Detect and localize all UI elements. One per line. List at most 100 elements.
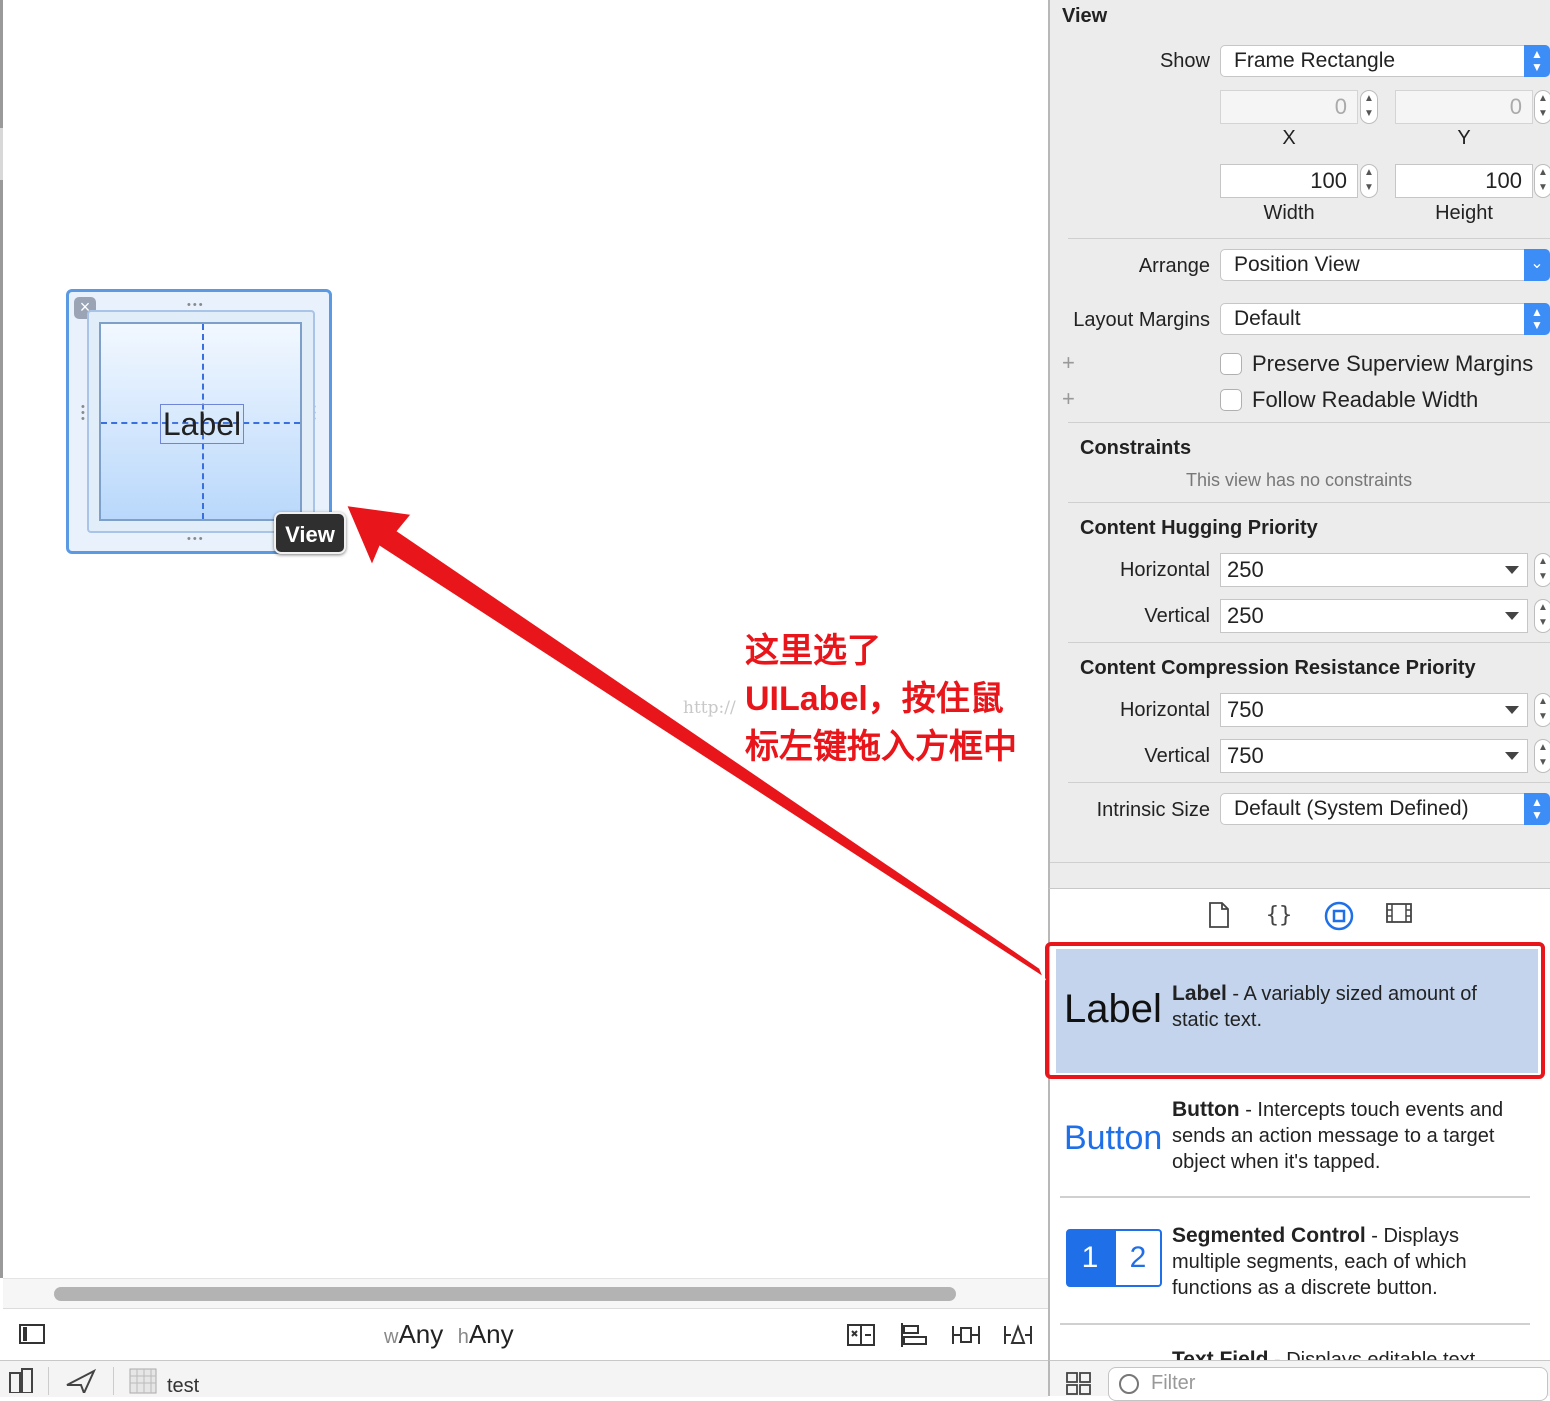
dropped-label[interactable]: Label [160, 404, 244, 444]
plus-icon[interactable]: + [1062, 386, 1075, 412]
annotation-line: 这里选了 [745, 632, 881, 670]
size-class-button[interactable]: wAny hAny [384, 1319, 514, 1350]
file-template-icon[interactable] [1204, 901, 1234, 931]
annotation-text: 这里选了 UILabel，按住鼠 标左键拖入方框中 [745, 627, 1055, 771]
compression-vertical-value: 750 [1227, 743, 1264, 768]
status-separator [113, 1367, 114, 1395]
object-library-icon[interactable] [1324, 901, 1354, 931]
height-class-value: Any [468, 1319, 514, 1349]
button-description: Button - Intercepts touch events and sen… [1172, 1097, 1522, 1175]
root-view[interactable]: Label [99, 322, 302, 521]
media-library-icon[interactable] [1384, 901, 1414, 931]
popup-arrows-icon: ▲ ▼ [1524, 793, 1550, 825]
library-item-segmented-control[interactable]: 1 2 Segmented Control - Displays multipl… [1062, 1221, 1532, 1321]
readable-width-label: Follow Readable Width [1252, 387, 1479, 412]
popup-arrows-icon: ▲ ▼ [1524, 45, 1550, 77]
preserve-margins-label: Preserve Superview Margins [1252, 351, 1534, 376]
caret-down-icon [1505, 566, 1519, 574]
popup-arrows-icon: ▲ ▼ [1524, 303, 1550, 335]
caret-down-icon [1505, 706, 1519, 714]
hugging-horizontal-stepper[interactable]: ▲ ▼ [1534, 553, 1550, 587]
resize-handle-bottom[interactable]: ••• [187, 534, 205, 545]
height-caption: Height [1435, 202, 1493, 224]
library-item-text-field[interactable]: Text Field - Displays editable text [1062, 1347, 1532, 1361]
hugging-vertical-value: 250 [1227, 603, 1264, 628]
device-icon[interactable] [8, 1367, 36, 1399]
x-field[interactable]: 0 [1220, 90, 1358, 124]
y-stepper[interactable]: ▲ ▼ [1534, 90, 1550, 124]
segment-1-preview: 1 [1066, 1229, 1114, 1287]
compression-horizontal-stepper[interactable]: ▲ ▼ [1534, 693, 1550, 727]
library-item-button[interactable]: Button Button - Intercepts touch events … [1062, 1095, 1532, 1195]
library-separator [1060, 1196, 1530, 1198]
resolve-icon[interactable] [1002, 1321, 1034, 1349]
caret-down-icon [1505, 752, 1519, 760]
compression-horizontal-label: Horizontal [1119, 699, 1210, 721]
width-field[interactable]: 100 [1220, 164, 1358, 198]
pin-icon[interactable] [950, 1321, 982, 1349]
height-class-prefix: h [457, 1326, 469, 1348]
width-caption: Width [1263, 202, 1315, 224]
height-stepper[interactable]: ▲ ▼ [1534, 164, 1550, 198]
item-name: Segmented Control [1172, 1224, 1366, 1247]
plus-icon[interactable]: + [1062, 350, 1075, 376]
watermark: http:// [683, 698, 736, 718]
hugging-vertical-combo[interactable]: 250 [1220, 599, 1528, 633]
segment-2-preview: 2 [1114, 1229, 1162, 1287]
divider [1050, 862, 1550, 863]
y-caption: Y [1457, 127, 1471, 149]
code-snippet-icon[interactable]: {} [1264, 901, 1294, 931]
arrange-popup[interactable]: Position View ⌄ [1220, 249, 1550, 281]
arrange-popup-value: Position View [1234, 253, 1360, 276]
y-field[interactable]: 0 [1395, 90, 1533, 124]
preserve-margins-checkbox[interactable] [1220, 353, 1242, 375]
hugging-horizontal-combo[interactable]: 250 [1220, 553, 1528, 587]
align-icon[interactable] [898, 1321, 930, 1349]
x-stepper[interactable]: ▲ ▼ [1360, 90, 1378, 124]
editor-status-bar: test [0, 1360, 1048, 1397]
divider [1068, 502, 1550, 503]
canvas-bottom-bar: wAny hAny [3, 1308, 1048, 1361]
compression-vertical-combo[interactable]: 750 [1220, 739, 1528, 773]
divider [1068, 642, 1550, 643]
annotation-line: UILabel，按住鼠 [745, 680, 1004, 718]
canvas-edge-marker [0, 128, 3, 180]
divider [1068, 782, 1550, 783]
intrinsic-size-value: Default (System Defined) [1234, 797, 1469, 820]
divider [1068, 238, 1550, 239]
compression-title: Content Compression Resistance Priority [1080, 657, 1476, 679]
compression-vertical-stepper[interactable]: ▲ ▼ [1534, 739, 1550, 773]
width-class-prefix: w [384, 1326, 399, 1348]
filter-placeholder: Filter [1151, 1372, 1196, 1394]
filter-icon [1119, 1374, 1139, 1394]
resize-handle-top[interactable]: ••• [187, 300, 205, 311]
horizontal-scrollbar[interactable] [3, 1278, 1048, 1309]
show-popup-value: Frame Rectangle [1234, 49, 1396, 72]
sidebar-toggle-icon[interactable] [19, 1324, 45, 1344]
scheme-name[interactable]: test [167, 1375, 199, 1398]
selection-highlight-box [1045, 942, 1545, 1079]
scrollbar-thumb[interactable] [54, 1287, 956, 1301]
layout-margins-popup[interactable]: Default ▲ ▼ [1220, 303, 1550, 335]
show-popup[interactable]: Frame Rectangle ▲ ▼ [1220, 45, 1550, 77]
library-separator [1060, 1323, 1530, 1325]
hugging-vertical-stepper[interactable]: ▲ ▼ [1534, 599, 1550, 633]
intrinsic-size-popup[interactable]: Default (System Defined) ▲ ▼ [1220, 793, 1550, 825]
constraints-note: This view has no constraints [1186, 470, 1413, 490]
compression-horizontal-value: 750 [1227, 697, 1264, 722]
status-separator [48, 1367, 49, 1395]
segmented-control-description: Segmented Control - Displays multiple se… [1172, 1223, 1522, 1301]
embed-stack-icon[interactable] [845, 1321, 877, 1349]
width-stepper[interactable]: ▲ ▼ [1360, 164, 1378, 198]
compression-horizontal-combo[interactable]: 750 [1220, 693, 1528, 727]
caret-down-icon [1505, 612, 1519, 620]
compression-vertical-label: Vertical [1144, 745, 1210, 767]
chevron-down-icon: ⌄ [1524, 249, 1550, 281]
arrange-label: Arrange [1138, 255, 1210, 277]
view-badge: View [274, 512, 346, 554]
height-field[interactable]: 100 [1395, 164, 1533, 198]
storyboard-canvas[interactable]: × ••• ••• ••• ••• Label View http:// 这里选… [0, 0, 1048, 1278]
location-arrow-icon[interactable] [64, 1367, 97, 1399]
readable-width-checkbox[interactable] [1220, 389, 1242, 411]
layout-margins-label: Layout Margins [1073, 309, 1210, 331]
